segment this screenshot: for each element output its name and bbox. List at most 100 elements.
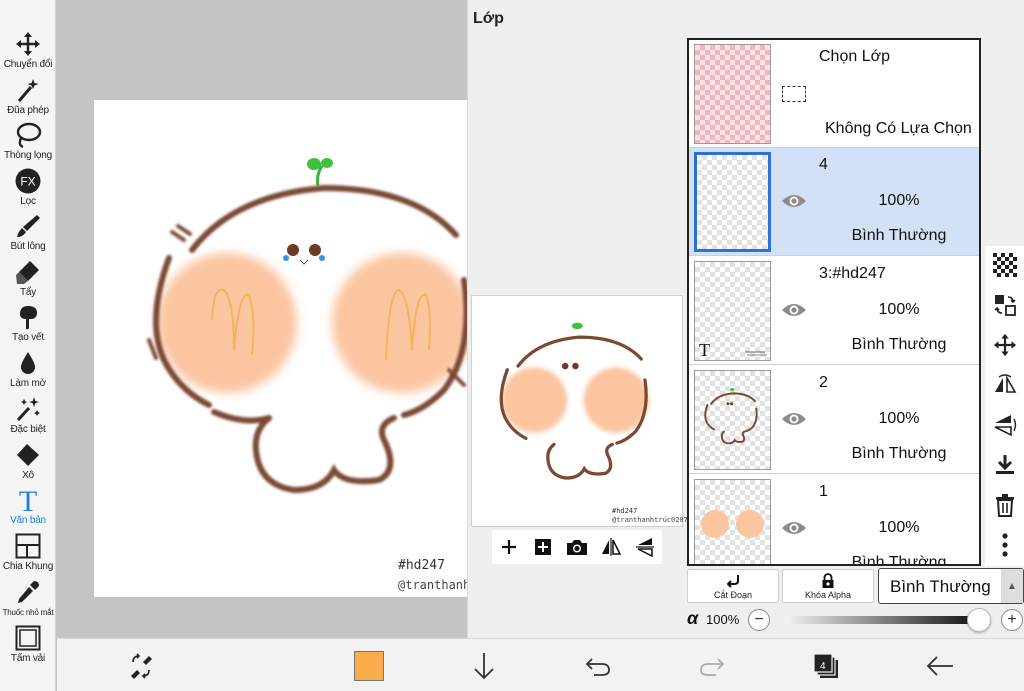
tool-eyedropper[interactable]: Thuốc nhỏ mắt xyxy=(0,578,56,622)
alpha-symbol: α xyxy=(687,608,699,628)
layer-thumbnail xyxy=(694,152,771,252)
layer-list: Chọn Lớp Không Có Lựa Chọn 4 100% Bình T… xyxy=(687,38,981,566)
current-color-swatch[interactable] xyxy=(354,651,384,681)
selection-layer-label: Chọn Lớp xyxy=(819,48,890,65)
layer-preview: #hd247 @tranthanhtrúc020709 xyxy=(471,295,696,527)
layer-row[interactable]: 4 100% Bình Thường xyxy=(689,148,979,256)
tool-eraser[interactable]: Tẩy xyxy=(0,258,56,302)
delete-layer-button[interactable] xyxy=(990,490,1020,520)
layers-stack-icon xyxy=(813,653,838,678)
tool-label: Văn bản xyxy=(10,515,46,526)
redo-button[interactable] xyxy=(695,649,729,683)
tool-text[interactable]: T Văn bản xyxy=(0,486,56,530)
tool-transform[interactable]: Chuyển đổi xyxy=(0,30,56,74)
smudge-icon xyxy=(13,303,43,331)
arrow-left-icon xyxy=(926,656,953,676)
tool-special[interactable]: Đặc biệt xyxy=(0,395,56,439)
tool-canvas[interactable]: Tấm vải xyxy=(0,624,56,668)
brush-eraser-swap-icon xyxy=(131,653,152,679)
blur-drop-icon xyxy=(13,349,43,377)
transparency-button[interactable] xyxy=(990,250,1020,280)
preview-watermark-tag: #hd247 xyxy=(612,507,638,515)
layer-blend-mode: Bình Thường xyxy=(851,336,947,353)
add-layer-icon xyxy=(535,539,551,555)
flip-horizontal-icon xyxy=(602,538,622,556)
move-layer-button[interactable] xyxy=(990,330,1020,360)
line-art-thumbnail xyxy=(704,387,758,445)
merge-down-icon xyxy=(996,455,1014,474)
back-button[interactable] xyxy=(923,649,957,683)
eye-icon[interactable] xyxy=(781,519,807,537)
alpha-slider[interactable] xyxy=(784,616,978,624)
undo-button[interactable] xyxy=(581,649,615,683)
selection-layer-row[interactable]: Chọn Lớp Không Có Lựa Chọn xyxy=(689,40,979,148)
trash-icon xyxy=(996,494,1014,517)
eye-icon[interactable] xyxy=(781,410,807,428)
panel-title: Lớp xyxy=(473,10,504,27)
tool-label: Bút lông xyxy=(10,241,46,252)
fx-icon: FX xyxy=(13,167,43,195)
layer-name: 1 xyxy=(819,483,828,500)
swap-layers-button[interactable] xyxy=(990,290,1020,320)
redo-icon xyxy=(700,658,725,676)
merge-down-button[interactable] xyxy=(990,450,1020,480)
swap-icon xyxy=(994,295,1016,316)
tool-filter[interactable]: FX Lọc xyxy=(0,167,56,211)
flip-vertical-button[interactable] xyxy=(633,535,657,559)
layer-row[interactable]: 2 100% Bình Thường xyxy=(689,366,979,474)
import-photo-button[interactable] xyxy=(565,535,589,559)
alpha-lock-button[interactable]: Khóa Alpha xyxy=(782,569,874,603)
tool-blur[interactable]: Làm mờ xyxy=(0,349,56,393)
tool-magic-wand[interactable]: Đũa phép xyxy=(0,76,56,120)
move-down-button[interactable] xyxy=(467,649,501,683)
canvas-icon xyxy=(13,624,43,652)
bucket-icon xyxy=(13,441,43,469)
more-vertical-icon xyxy=(1002,533,1008,557)
flip-layer-horizontal-button[interactable] xyxy=(990,370,1020,400)
layer-row[interactable]: T 3:#hd247 100% Bình Thường xyxy=(689,257,979,365)
tool-label: Tẩy xyxy=(19,287,37,298)
caret-up-icon: ▲ xyxy=(1001,569,1023,603)
tool-label: Đặc biệt xyxy=(10,424,46,435)
eye-icon[interactable] xyxy=(781,192,807,210)
eye-icon[interactable] xyxy=(781,301,807,319)
layer-blend-mode: Bình Thường xyxy=(851,445,947,462)
tool-label: Chuyển đổi xyxy=(3,59,53,70)
tool-frame[interactable]: Chia Khung xyxy=(0,532,56,576)
camera-icon xyxy=(567,540,587,555)
move-icon xyxy=(993,333,1017,357)
watermark-tag: #hd247 xyxy=(398,558,445,573)
tool-lasso[interactable]: Thòng lọng xyxy=(0,121,56,165)
layer-opacity: 100% xyxy=(878,410,920,427)
blush-thumbnail xyxy=(701,510,764,538)
blend-mode-select[interactable]: Bình Thường ▲ xyxy=(878,568,1024,604)
layer-count: 4 xyxy=(820,661,826,672)
clipping-button[interactable]: Cắt Đoạn xyxy=(687,569,779,603)
tool-label: Thuốc nhỏ mắt xyxy=(2,608,54,617)
tool-bucket[interactable]: Xô xyxy=(0,441,56,485)
flip-horizontal-button[interactable] xyxy=(599,535,623,559)
sparkle-icon xyxy=(13,395,43,423)
layer-row[interactable]: 1 100% Bình Thường xyxy=(689,475,979,564)
layer-name: 3:#hd247 xyxy=(819,265,886,282)
tool-smudge[interactable]: Tạo vết xyxy=(0,303,56,347)
alpha-slider-handle[interactable] xyxy=(967,608,991,632)
more-options-button[interactable] xyxy=(990,530,1020,560)
plus-icon xyxy=(502,540,516,554)
tool-brush[interactable]: Bút lông xyxy=(0,212,56,256)
add-layer-button[interactable] xyxy=(497,535,521,559)
magic-wand-icon xyxy=(13,76,43,104)
layer-name: 4 xyxy=(819,156,828,173)
alpha-increase-button[interactable]: + xyxy=(1001,609,1023,631)
selection-status: Không Có Lựa Chọn xyxy=(825,120,972,137)
layer-panel: Lớp #hd247 @tranthanhtrúc020709 Chọn Lớp… xyxy=(467,0,1024,638)
add-layer-copy-button[interactable] xyxy=(531,535,555,559)
layers-button[interactable]: 4 xyxy=(809,649,843,683)
lock-icon xyxy=(822,572,834,588)
flip-layer-vertical-button[interactable] xyxy=(990,410,1020,440)
quick-tools-button[interactable] xyxy=(124,649,158,683)
alpha-decrease-button[interactable]: − xyxy=(748,609,770,631)
tool-label: Tấm vải xyxy=(10,653,46,664)
blend-mode-value: Bình Thường xyxy=(890,577,991,596)
tool-label: Làm mờ xyxy=(10,378,46,389)
